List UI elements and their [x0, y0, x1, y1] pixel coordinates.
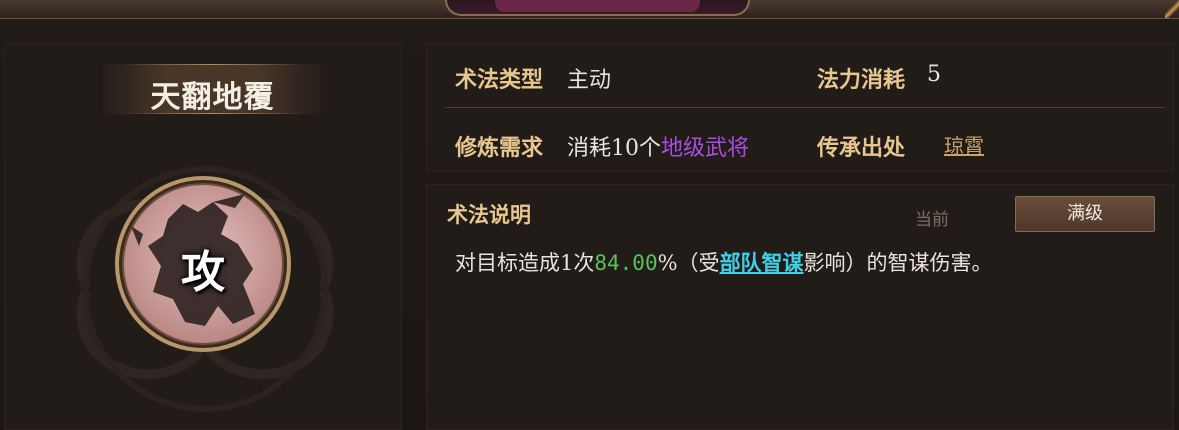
top-corner-ornament: [1165, 0, 1179, 18]
training-requirement-label: 修炼需求: [455, 135, 544, 161]
skill-type-label: 术法类型: [455, 67, 544, 93]
top-header-bar: [0, 0, 1179, 19]
skill-description-panel: 术法说明 当前 满级 对目标造成1次84.00%（受部队智谋影响）的智谋伤害。: [426, 184, 1174, 430]
skill-name: 天翻地覆: [150, 80, 275, 115]
description-title: 术法说明: [447, 202, 531, 227]
top-title-tab: [445, 0, 750, 16]
inheritance-source-link[interactable]: 琼霄: [944, 130, 984, 159]
mana-cost-label: 法力消耗: [817, 67, 906, 93]
requirement-highlight: 地级武将: [661, 136, 750, 161]
damage-percent: 84.00: [594, 251, 658, 275]
skill-info-panel: 术法类型 主动 法力消耗 5 修炼需求 消耗10个地级武将 传承出处 琼霄: [426, 43, 1174, 172]
skill-detail-screen: 天翻地覆 攻 术法类型 主动 法力消耗 5 修炼需求 消耗10个地级武将 传承出…: [0, 0, 1179, 430]
mana-cost-value: 5: [927, 62, 941, 87]
training-requirement-value: 消耗10个地级武将: [567, 130, 749, 162]
skill-portrait-panel: 天翻地覆 攻: [4, 43, 402, 430]
tab-current-level[interactable]: 当前: [915, 205, 949, 230]
description-text: 对目标造成1次84.00%（受部队智谋影响）的智谋伤害。: [455, 247, 1155, 277]
inheritance-source-label: 传承出处: [817, 135, 906, 161]
info-divider: [445, 107, 1165, 108]
skill-icon-char: 攻: [181, 247, 225, 298]
skill-name-plate: 天翻地覆: [100, 64, 325, 115]
description-part-3: 影响）的智谋伤害。: [803, 251, 993, 275]
description-part-2: %（受: [657, 251, 720, 275]
skill-icon[interactable]: 攻: [113, 174, 293, 354]
tab-max-level[interactable]: 满级: [1015, 196, 1155, 232]
troop-intelligence-link[interactable]: 部队智谋: [720, 250, 804, 275]
skill-type-value: 主动: [567, 68, 612, 93]
top-title-tab-fill: [495, 0, 700, 12]
requirement-prefix: 消耗10个: [567, 136, 661, 161]
description-part-1: 对目标造成1次: [455, 251, 595, 275]
